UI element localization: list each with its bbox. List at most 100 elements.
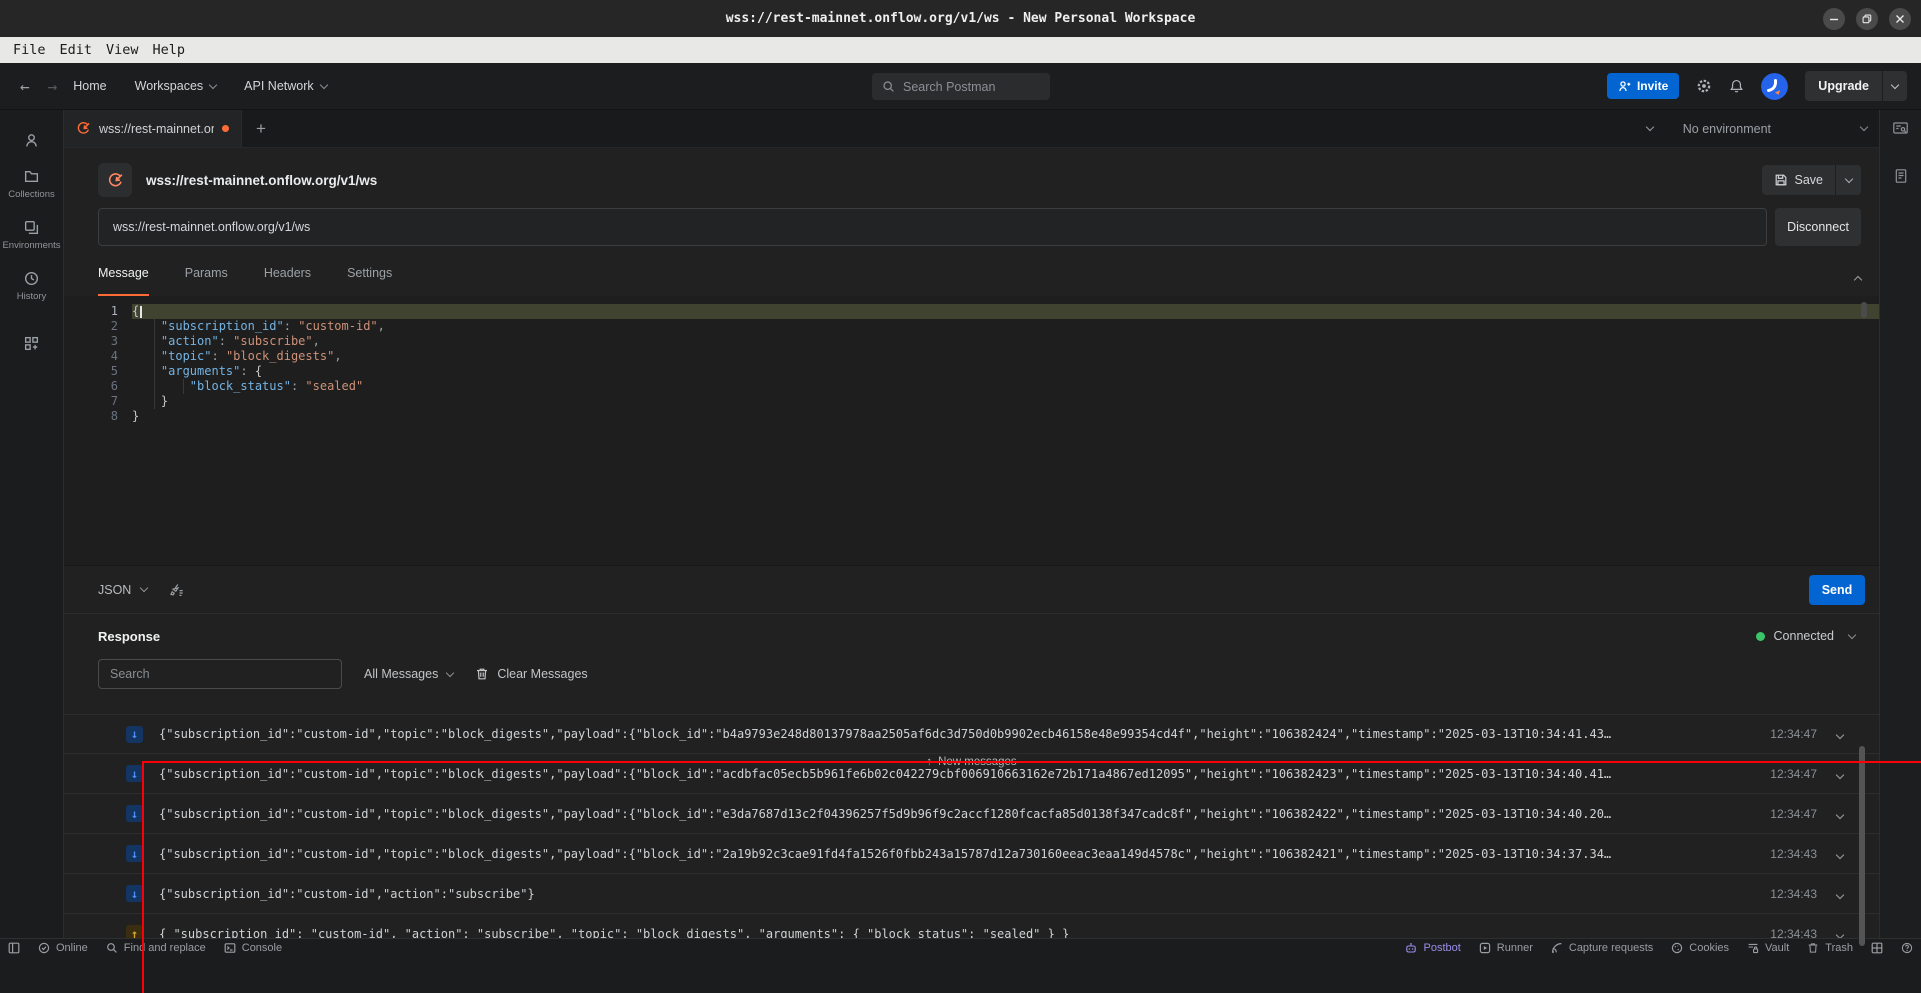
open-request-tab[interactable]: wss://rest-mainnet.onflo [64, 110, 242, 147]
close-button[interactable] [1889, 8, 1911, 30]
sidebar-item-more[interactable] [0, 326, 63, 362]
request-header: wss://rest-mainnet.onflow.org/v1/ws Save [98, 160, 1861, 200]
settings-gear-icon[interactable] [1696, 78, 1712, 94]
upgrade-dropdown[interactable] [1882, 71, 1907, 101]
connection-status-label: Connected [1774, 629, 1834, 643]
menu-view[interactable]: View [99, 42, 146, 58]
find-and-replace[interactable]: Find and replace [106, 942, 206, 954]
message-text: {"subscription_id":"custom-id","topic":"… [159, 807, 1742, 821]
sidebar-item-profile[interactable] [0, 123, 63, 159]
sidebar-item-collections[interactable]: Collections [0, 159, 63, 210]
unsaved-dot-icon [222, 125, 229, 132]
message-filter-select[interactable]: All Messages [364, 667, 453, 681]
response-scrollbar[interactable] [1859, 746, 1865, 946]
console-toggle[interactable]: Console [224, 942, 282, 954]
right-rail [1879, 110, 1921, 938]
forward-arrow-icon[interactable]: → [48, 77, 58, 96]
message-row[interactable]: ↓{"subscription_id":"custom-id","action"… [64, 874, 1879, 914]
send-button[interactable]: Send [1809, 575, 1865, 605]
runner-button[interactable]: Runner [1479, 942, 1533, 954]
chevron-down-icon[interactable] [1837, 845, 1843, 863]
trash-button[interactable]: Trash [1807, 942, 1853, 954]
tab-message[interactable]: Message [98, 262, 149, 296]
documentation-icon[interactable] [1893, 168, 1909, 189]
back-arrow-icon[interactable]: ← [20, 77, 30, 96]
tab-overflow-chevron-icon[interactable] [1646, 123, 1654, 131]
sidebar-toggle-icon[interactable] [8, 942, 20, 954]
help-icon[interactable] [1901, 942, 1913, 954]
cookies-button[interactable]: Cookies [1671, 942, 1729, 954]
minimize-button[interactable] [1823, 8, 1845, 30]
editor-scrollbar[interactable] [1861, 302, 1867, 318]
message-row[interactable]: ↓{"subscription_id":"custom-id","topic":… [64, 714, 1879, 754]
chevron-down-icon[interactable] [1837, 885, 1843, 903]
disconnect-button[interactable]: Disconnect [1775, 208, 1861, 246]
new-tab-button[interactable]: + [242, 110, 280, 147]
sidebar-item-environments[interactable]: Environments [0, 210, 63, 261]
request-tabs: Message Params Headers Settings [98, 262, 1861, 296]
chevron-down-icon[interactable] [1837, 805, 1843, 823]
left-sidebar: Collections Environments History [0, 110, 64, 938]
code-line[interactable]: 2 "subscription_id": "custom-id", [98, 319, 1879, 334]
menu-file[interactable]: File [6, 42, 53, 58]
code-line[interactable]: 1{ [98, 304, 1879, 319]
invite-button[interactable]: Invite [1607, 73, 1679, 99]
tab-settings[interactable]: Settings [347, 262, 392, 296]
upgrade-button[interactable]: Upgrade [1805, 71, 1907, 101]
chevron-down-icon [319, 80, 327, 88]
menu-bar: File Edit View Help [0, 37, 1921, 63]
tab-params[interactable]: Params [185, 262, 228, 296]
vault-button[interactable]: Vault [1747, 942, 1789, 954]
code-line[interactable]: 6 "block_status": "sealed" [98, 379, 1879, 394]
code-line[interactable]: 8} [98, 409, 1879, 424]
save-dropdown[interactable] [1835, 165, 1861, 195]
clear-messages-button[interactable]: Clear Messages [475, 667, 587, 681]
message-row[interactable]: ↑{ "subscription_id": "custom-id", "acti… [64, 914, 1879, 938]
menu-help[interactable]: Help [146, 42, 193, 58]
chevron-down-icon[interactable] [1837, 765, 1843, 783]
url-input[interactable] [98, 208, 1767, 246]
workspaces-menu[interactable]: Workspaces [135, 79, 217, 93]
maximize-button[interactable] [1856, 8, 1878, 30]
environment-selector[interactable]: No environment [1683, 122, 1867, 136]
user-avatar[interactable] [1761, 73, 1788, 100]
code-line[interactable]: 4 "topic": "block_digests", [98, 349, 1879, 364]
tab-headers[interactable]: Headers [264, 262, 311, 296]
chevron-down-icon [209, 80, 217, 88]
response-search-input[interactable] [98, 659, 342, 689]
message-row[interactable]: ↓{"subscription_id":"custom-id","topic":… [64, 834, 1879, 874]
chevron-down-icon [1848, 630, 1856, 638]
capture-requests-button[interactable]: Capture requests [1551, 942, 1653, 954]
code-line[interactable]: 5 "arguments": { [98, 364, 1879, 379]
notifications-bell-icon[interactable] [1729, 78, 1744, 94]
global-search[interactable]: Search Postman [872, 73, 1050, 100]
collapse-chevron-icon[interactable] [1855, 270, 1861, 288]
postbot-button[interactable]: Postbot [1405, 942, 1460, 954]
chevron-down-icon[interactable] [1837, 925, 1843, 939]
panel-layout-icon[interactable] [1871, 942, 1883, 954]
message-row[interactable]: ↓{"subscription_id":"custom-id","topic":… [64, 794, 1879, 834]
connection-status[interactable]: Connected [1756, 629, 1855, 643]
message-format-select[interactable]: JSON [98, 583, 147, 597]
indent-guide [183, 379, 184, 394]
menu-edit[interactable]: Edit [53, 42, 100, 58]
message-editor[interactable]: 1{2 "subscription_id": "custom-id",3 "ac… [64, 296, 1879, 565]
code-line[interactable]: 3 "action": "subscribe", [98, 334, 1879, 349]
chevron-down-icon [1860, 123, 1868, 131]
save-button[interactable]: Save [1762, 165, 1862, 195]
search-placeholder: Search Postman [903, 80, 995, 94]
home-link[interactable]: Home [73, 79, 106, 93]
beautify-icon[interactable] [169, 582, 185, 598]
api-network-menu[interactable]: API Network [244, 79, 326, 93]
online-status[interactable]: Online [38, 942, 88, 954]
received-arrow-icon: ↓ [126, 885, 143, 902]
environment-quicklook-icon[interactable] [1892, 120, 1909, 142]
chevron-down-icon[interactable] [1837, 725, 1843, 743]
received-arrow-icon: ↓ [126, 765, 143, 782]
message-text: { "subscription_id": "custom-id", "actio… [159, 927, 1742, 939]
message-text: {"subscription_id":"custom-id","topic":"… [159, 767, 1742, 781]
send-row: JSON Send [64, 565, 1879, 613]
received-arrow-icon: ↓ [126, 845, 143, 862]
code-line[interactable]: 7 } [98, 394, 1879, 409]
sidebar-item-history[interactable]: History [0, 261, 63, 312]
